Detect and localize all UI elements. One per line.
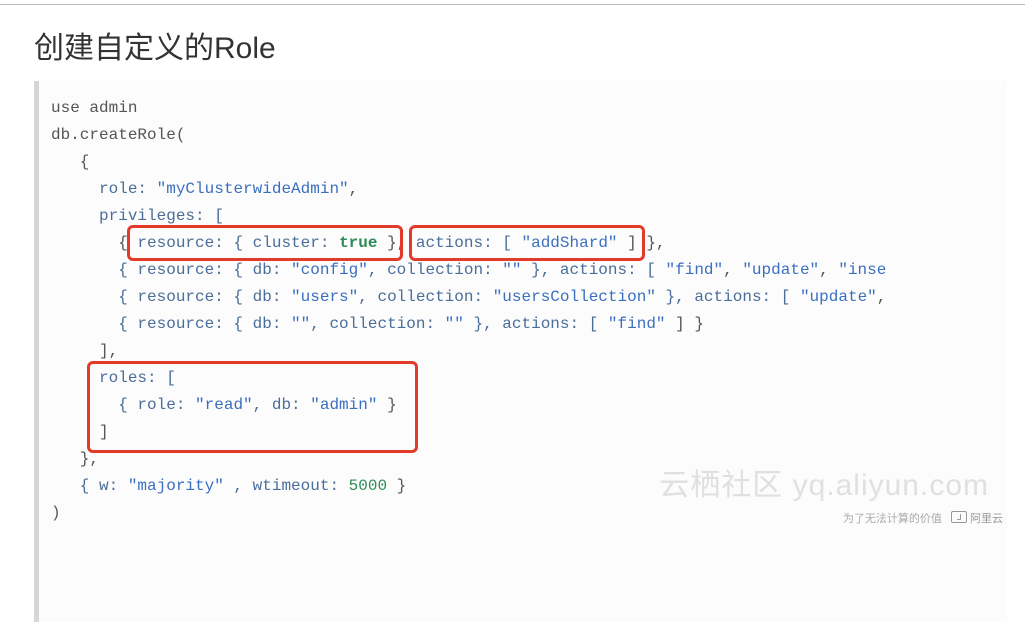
page-title: 创建自定义的Role: [34, 23, 1025, 67]
code-number: 5000: [349, 477, 387, 495]
code-token: ,: [723, 261, 742, 279]
code-token: roles: [: [51, 369, 176, 387]
code-string: "": [445, 315, 464, 333]
code-token: , collection:: [310, 315, 444, 333]
code-token: resource: { cluster:: [137, 234, 339, 252]
code-token: , collection:: [358, 288, 492, 306]
code-line: },: [51, 450, 99, 468]
code-string: "admin": [310, 396, 377, 414]
code-token: ] }: [666, 315, 704, 333]
code-string: "find": [666, 261, 724, 279]
code-token: { w:: [51, 477, 128, 495]
code-token: , wtimeout:: [224, 477, 349, 495]
code-line: {: [51, 153, 89, 171]
code-string: "inse: [838, 261, 886, 279]
code-string: "find": [608, 315, 666, 333]
code-token: ,: [349, 180, 359, 198]
code-string: "read": [195, 396, 253, 414]
code-token: { resource: { db:: [51, 288, 291, 306]
code-string: "": [502, 261, 521, 279]
code-string: "majority": [128, 477, 224, 495]
brand-text: 阿里云: [970, 513, 1003, 525]
code-token: }, actions: [: [656, 288, 800, 306]
code-line: db.createRole(: [51, 126, 185, 144]
code-token: , db:: [253, 396, 311, 414]
aliyun-icon: [951, 511, 967, 523]
footer-brand: 阿里云: [951, 510, 1003, 526]
code-string: "update": [800, 288, 877, 306]
code-token: }, actions: [: [521, 261, 665, 279]
code-token: }: [377, 234, 396, 252]
code-string: "myClusterwideAdmin": [157, 180, 349, 198]
code-line: ],: [51, 342, 118, 360]
code-string: "update": [742, 261, 819, 279]
code-line: ): [51, 504, 61, 522]
code-token: },: [637, 234, 666, 252]
code-token: }: [377, 396, 396, 414]
footer-tagline: 为了无法计算的价值: [843, 513, 942, 525]
code-token: }, actions: [: [464, 315, 608, 333]
code-token: { role:: [51, 396, 195, 414]
code-block: use admin db.createRole( { role: "myClus…: [34, 81, 1007, 622]
top-divider: [0, 4, 1025, 5]
code-true: true: [339, 234, 377, 252]
code-token: , collection:: [368, 261, 502, 279]
code-string: "usersCollection": [493, 288, 656, 306]
code-token: ,: [877, 288, 887, 306]
code-string: "users": [291, 288, 358, 306]
code-token: privileges: [: [51, 207, 224, 225]
footer: 为了无法计算的价值 阿里云: [843, 510, 1003, 526]
code-line: ]: [51, 423, 109, 441]
code-token: actions: [: [416, 234, 522, 252]
code-line: use admin: [51, 99, 137, 117]
code-token: { resource: { db:: [51, 261, 291, 279]
code-token: role:: [51, 180, 157, 198]
code-token: ,: [819, 261, 838, 279]
code-token: }: [387, 477, 406, 495]
code-string: "addShard": [522, 234, 618, 252]
code-token: ,: [397, 234, 416, 252]
code-token: { resource: { db:: [51, 315, 291, 333]
code-token: {: [51, 234, 137, 252]
code-string: "": [291, 315, 310, 333]
code-string: "config": [291, 261, 368, 279]
code-token: ]: [618, 234, 637, 252]
